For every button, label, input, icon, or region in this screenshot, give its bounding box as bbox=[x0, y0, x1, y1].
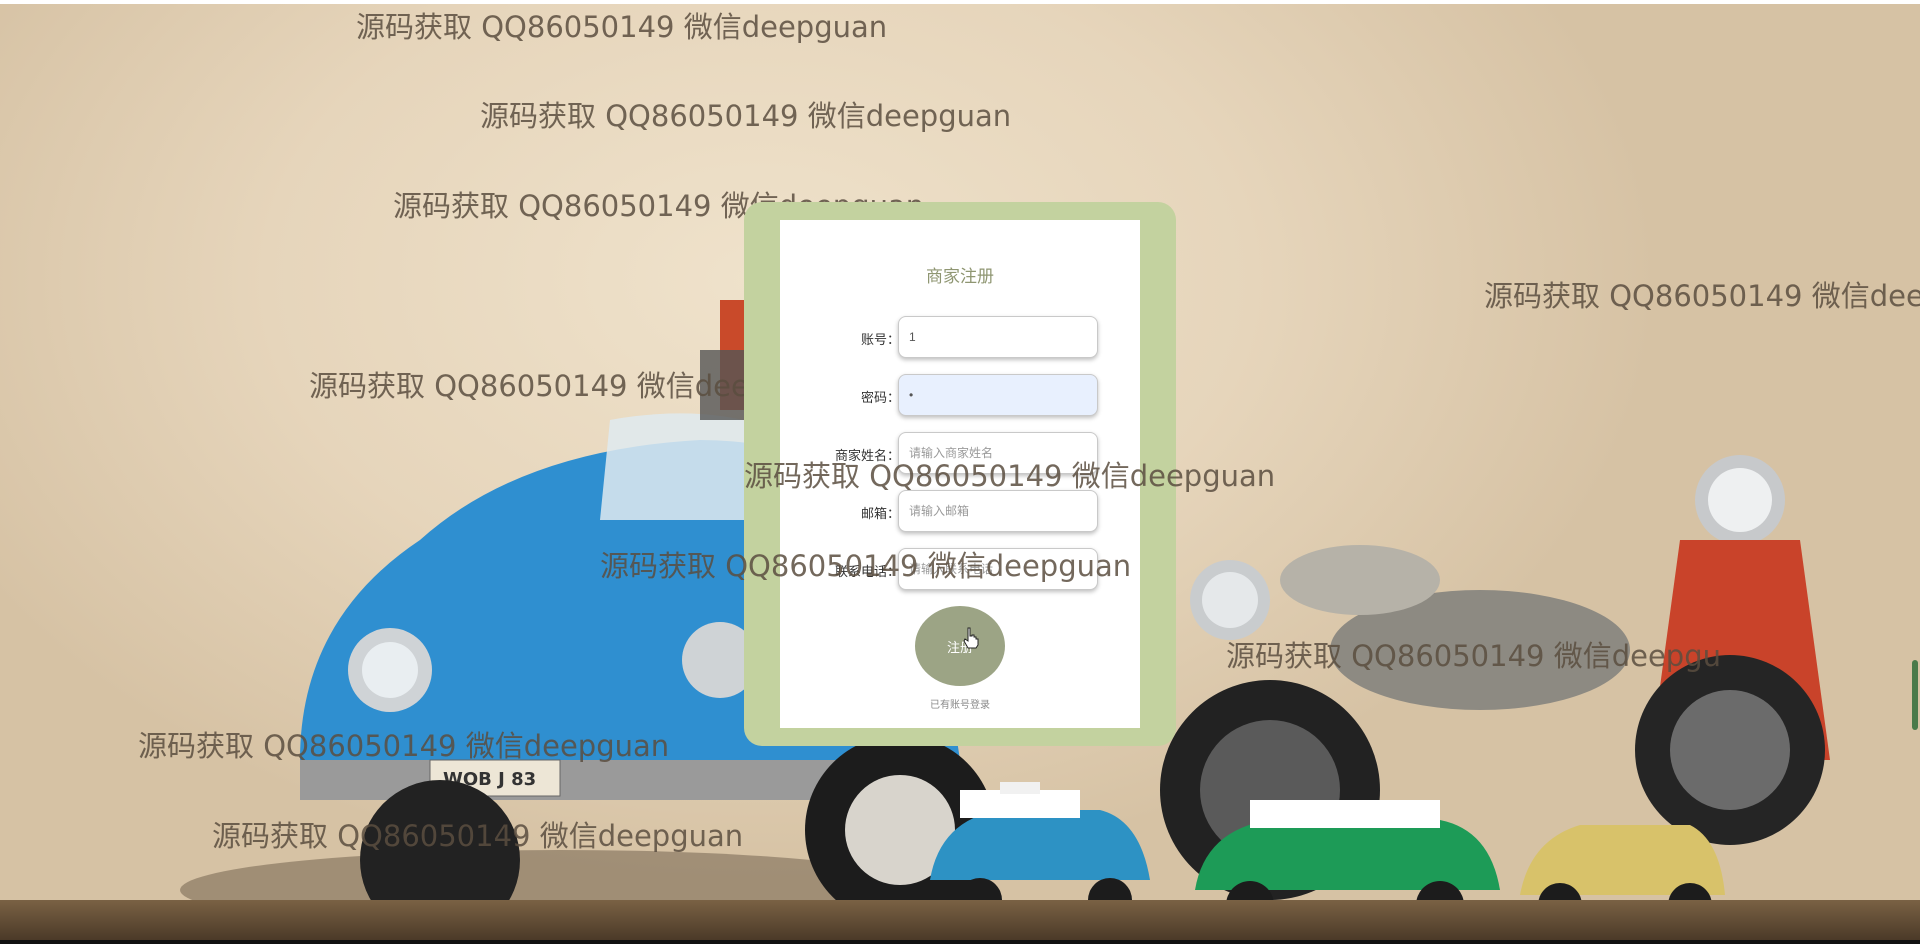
phone-label: 联系电话： bbox=[834, 564, 900, 579]
email-row: 邮箱： bbox=[780, 490, 1140, 534]
account-input[interactable] bbox=[898, 316, 1098, 358]
merchant-name-input[interactable] bbox=[898, 432, 1098, 474]
merchant-name-row: 商家姓名： bbox=[780, 432, 1140, 476]
register-button[interactable]: 注册 bbox=[915, 606, 1005, 686]
cursor-pointer-icon bbox=[963, 627, 979, 649]
login-link[interactable]: 已有账号登录 bbox=[780, 696, 1140, 711]
email-input[interactable] bbox=[898, 490, 1098, 532]
account-row: 账号： bbox=[780, 316, 1140, 360]
password-label: 密码： bbox=[860, 390, 900, 405]
scrollbar-thumb[interactable] bbox=[1912, 660, 1918, 730]
merchant-name-label: 商家姓名： bbox=[834, 448, 900, 463]
phone-input[interactable] bbox=[898, 548, 1098, 590]
form-title: 商家注册 bbox=[926, 267, 994, 286]
shelf bbox=[0, 900, 1920, 940]
bottom-border bbox=[0, 940, 1920, 944]
phone-row: 联系电话： bbox=[780, 548, 1140, 592]
password-input[interactable] bbox=[898, 374, 1098, 416]
password-row: 密码： bbox=[780, 374, 1140, 418]
account-label: 账号： bbox=[860, 332, 900, 347]
register-card: 商家注册 账号： 密码： 商家姓名： 邮箱： 联系电话： 注册 已有账号登录 bbox=[780, 220, 1140, 728]
email-label: 邮箱： bbox=[860, 506, 900, 521]
